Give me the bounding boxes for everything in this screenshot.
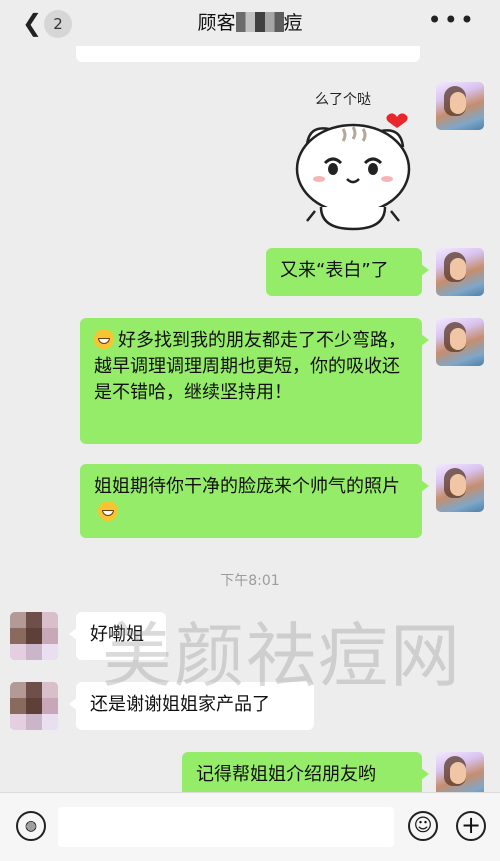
chat-title-suffix: 痘 — [283, 12, 303, 34]
contact-avatar[interactable] — [10, 682, 58, 730]
plus-icon[interactable]: + — [456, 811, 486, 841]
message-text: 记得帮姐姐介绍朋友哟 — [196, 764, 376, 785]
redacted-mosaic — [235, 12, 284, 32]
message-text: 又来“表白”了 — [280, 260, 389, 281]
chat-title-prefix: 顾客 — [197, 12, 236, 34]
message-text: 好多找到我的朋友都走了不少弯路，越早调理调理周期也更短，你的吸收还是不错哈，继续… — [94, 330, 406, 403]
voice-icon[interactable]: ◍ — [16, 811, 46, 841]
input-bar: ◍ ☺ + — [0, 792, 500, 861]
chat-title: 顾客 痘 — [0, 11, 500, 35]
message-text: 姐姐期待你干净的脸庞来个帅气的照片 — [94, 476, 400, 497]
message-bubble[interactable]: 好多找到我的朋友都走了不少弯路，越早调理调理周期也更短，你的吸收还是不错哈，继续… — [80, 318, 429, 444]
watermark: 美颜祛痘网 — [102, 615, 462, 697]
chat-header: ❮ 2 顾客痘 ••• — [0, 0, 500, 46]
emoji-icon[interactable]: ☺ — [408, 811, 438, 841]
my-avatar[interactable] — [436, 82, 484, 130]
my-avatar[interactable] — [436, 248, 484, 296]
sticker-message[interactable]: 么了个哒 — [285, 85, 415, 235]
my-avatar[interactable] — [436, 318, 484, 366]
message-input[interactable] — [58, 807, 394, 847]
my-avatar[interactable] — [436, 464, 484, 512]
timestamp: 下午8:01 — [220, 573, 280, 589]
grin-emoji-icon — [94, 329, 114, 349]
grin-emoji-icon — [98, 501, 118, 521]
contact-avatar[interactable] — [10, 612, 58, 660]
message-bubble[interactable]: 又来“表白”了 — [266, 248, 429, 296]
more-dots-icon[interactable]: ••• — [428, 6, 476, 34]
sticker-caption: 么了个哒 — [315, 92, 371, 108]
message-bubble[interactable]: 姐姐期待你干净的脸庞来个帅气的照片 — [80, 464, 429, 538]
